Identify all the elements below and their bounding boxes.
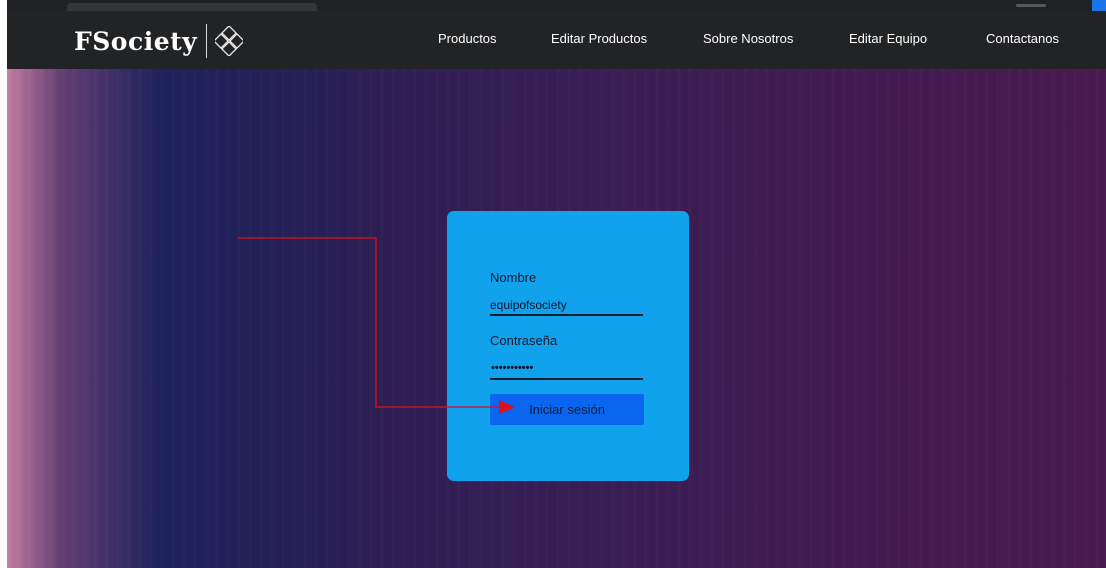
nav-item-productos[interactable]: Productos	[438, 31, 497, 46]
browser-profile-icon[interactable]	[1092, 0, 1106, 11]
nav-item-sobre-nosotros[interactable]: Sobre Nosotros	[703, 31, 793, 46]
nav-item-contactanos[interactable]: Contactanos	[986, 31, 1059, 46]
browser-toolbar-icons	[1016, 4, 1046, 7]
browser-chrome-strip	[7, 0, 1106, 11]
top-navbar: FSociety Productos Editar Productos Sobr…	[7, 11, 1106, 69]
login-card: Nombre Contraseña ••••••••••• Iniciar se…	[447, 211, 689, 481]
nav-menu: Productos Editar Productos Sobre Nosotro…	[7, 11, 1106, 69]
login-button[interactable]: Iniciar sesión	[490, 394, 644, 425]
username-input[interactable]	[490, 296, 643, 316]
browser-tab[interactable]	[67, 3, 317, 11]
username-label: Nombre	[490, 270, 537, 285]
password-mask: •••••••••••	[491, 362, 534, 374]
password-label: Contraseña	[490, 333, 558, 348]
page-background: FSociety Productos Editar Productos Sobr…	[7, 11, 1106, 568]
nav-item-editar-productos[interactable]: Editar Productos	[551, 31, 647, 46]
nav-item-editar-equipo[interactable]: Editar Equipo	[849, 31, 927, 46]
